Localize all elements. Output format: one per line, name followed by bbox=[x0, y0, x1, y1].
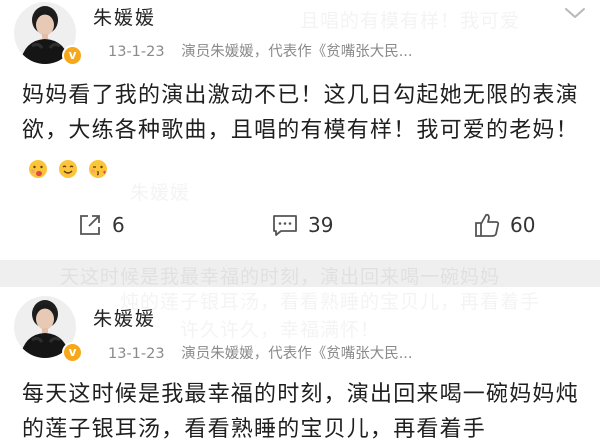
tongue-face-icon bbox=[29, 160, 47, 178]
ghost-text: 许久许久，幸福满怀！ bbox=[180, 315, 380, 342]
post-source: 演员朱媛媛，代表作《贫嘴张大民... bbox=[181, 346, 413, 362]
ghost-text: 天这时候是我最幸福的时刻，演出回来喝一碗妈妈 bbox=[60, 266, 501, 288]
post-meta: 13-1-23 演员朱媛媛，代表作《贫嘴张大民... bbox=[108, 40, 413, 61]
comment-icon bbox=[273, 215, 297, 236]
repost-icon bbox=[80, 215, 100, 235]
thumbs-up-icon bbox=[475, 213, 500, 237]
comment-count: 39 bbox=[308, 213, 334, 237]
ghost-text: 且唱的有模有样！我可爱 bbox=[300, 6, 520, 33]
chevron-down-icon[interactable] bbox=[564, 6, 586, 20]
weibo-post: 炖的莲子银耳汤，看看熟睡的宝贝儿，再看着手 许久许久，幸福满怀！ v 朱媛媛 1… bbox=[0, 287, 600, 447]
username[interactable]: 朱媛媛 bbox=[93, 3, 156, 30]
like-count: 60 bbox=[510, 213, 536, 237]
post-source: 演员朱媛媛，代表作《贫嘴张大民... bbox=[181, 44, 413, 60]
post-separator: 天这时候是我最幸福的时刻，演出回来喝一碗妈妈 bbox=[0, 260, 600, 288]
comment-button[interactable]: 39 bbox=[272, 205, 333, 245]
like-button[interactable]: 60 bbox=[474, 205, 535, 245]
post-date[interactable]: 13-1-23 bbox=[108, 44, 165, 60]
post-content: 妈妈看了我的演出激动不已！这几日勾起她无限的表演欲，大练各种歌曲，且唱的有模有样… bbox=[22, 78, 582, 186]
post-meta: 13-1-23 演员朱媛媛，代表作《贫嘴张大民... bbox=[108, 342, 413, 363]
smiling-face-icon bbox=[59, 160, 78, 178]
repost-button[interactable]: 6 bbox=[78, 205, 125, 245]
post-text: 妈妈看了我的演出激动不已！这几日勾起她无限的表演欲，大练各种歌曲，且唱的有模有样… bbox=[22, 83, 579, 143]
username[interactable]: 朱媛媛 bbox=[93, 304, 156, 331]
action-bar: 6 39 60 bbox=[0, 205, 600, 245]
emoji-group bbox=[28, 151, 110, 186]
post-content: 每天这时候是我最幸福的时刻，演出回来喝一碗妈妈炖的莲子银耳汤，看看熟睡的宝贝儿，… bbox=[22, 377, 582, 447]
ghost-text: 炖的莲子银耳汤，看看熟睡的宝贝儿，再看着手 bbox=[120, 287, 540, 314]
verified-badge-icon: v bbox=[62, 342, 83, 363]
post-date[interactable]: 13-1-23 bbox=[108, 346, 165, 362]
weibo-post: 且唱的有模有样！我可爱 朱媛媛 v 朱媛媛 13-1-23 演员朱媛媛，代表作《… bbox=[0, 0, 600, 260]
post-text: 每天这时候是我最幸福的时刻，演出回来喝一碗妈妈炖的莲子银耳汤，看看熟睡的宝贝儿，… bbox=[22, 382, 579, 442]
blowing-kiss-face-icon bbox=[89, 160, 108, 178]
verified-badge-icon: v bbox=[62, 45, 83, 66]
repost-count: 6 bbox=[112, 213, 125, 237]
